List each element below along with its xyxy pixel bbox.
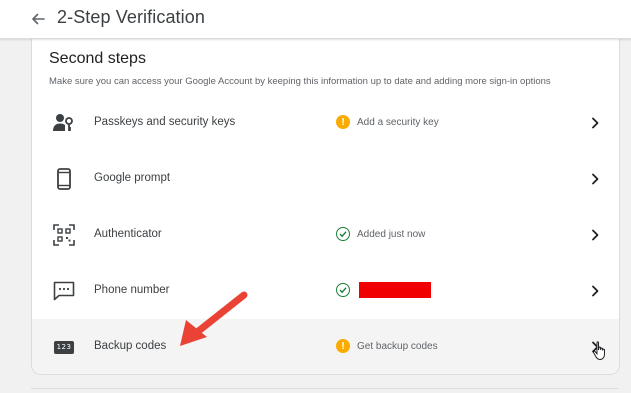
check-circle-icon — [336, 283, 350, 297]
back-button[interactable] — [26, 7, 50, 31]
row-label: Google prompt — [94, 172, 171, 184]
123-badge-icon: 123 — [52, 335, 76, 359]
row-label: Passkeys and security keys — [94, 116, 236, 128]
passkey-person-icon — [52, 111, 76, 135]
row-label: Phone number — [94, 284, 170, 296]
warning-icon: ! — [336, 339, 350, 353]
badge-text: 123 — [54, 340, 74, 354]
warning-icon: ! — [336, 115, 350, 129]
section-description: Make sure you can access your Google Acc… — [49, 76, 551, 87]
message-icon — [52, 279, 76, 303]
phone-icon — [52, 167, 76, 191]
top-bar: 2-Step Verification — [0, 0, 631, 39]
row-status: ! Add a security key — [336, 114, 439, 130]
section-title: Second steps — [49, 50, 146, 67]
row-backup-codes[interactable]: 123 Backup codes ! Get backup codes — [32, 319, 619, 374]
chevron-right-icon — [588, 170, 602, 188]
row-label: Authenticator — [94, 228, 162, 240]
hand-cursor-icon — [593, 341, 605, 361]
row-status — [336, 282, 431, 298]
chevron-right-icon — [588, 226, 602, 244]
second-steps-card: Second steps Make sure you can access yo… — [31, 36, 620, 375]
row-label: Backup codes — [94, 340, 167, 352]
status-text: Add a security key — [357, 116, 439, 128]
status-text: Added just now — [357, 228, 426, 240]
row-status: Added just now — [336, 226, 425, 242]
arrow-left-icon — [32, 13, 45, 25]
check-circle-icon — [336, 227, 350, 241]
row-phone-number[interactable]: Phone number — [32, 263, 619, 319]
redacted-phone-value — [359, 282, 431, 298]
qr-scan-icon — [52, 223, 76, 247]
row-google-prompt[interactable]: Google prompt — [32, 151, 619, 207]
page-title: 2-Step Verification — [57, 7, 205, 27]
row-passkeys[interactable]: Passkeys and security keys ! Add a secur… — [32, 95, 619, 151]
bottom-divider — [31, 388, 618, 389]
chevron-right-icon — [588, 282, 602, 300]
chevron-right-icon — [588, 114, 602, 132]
row-authenticator[interactable]: Authenticator Added just now — [32, 207, 619, 263]
status-text: Get backup codes — [357, 340, 438, 352]
row-status: ! Get backup codes — [336, 338, 438, 354]
